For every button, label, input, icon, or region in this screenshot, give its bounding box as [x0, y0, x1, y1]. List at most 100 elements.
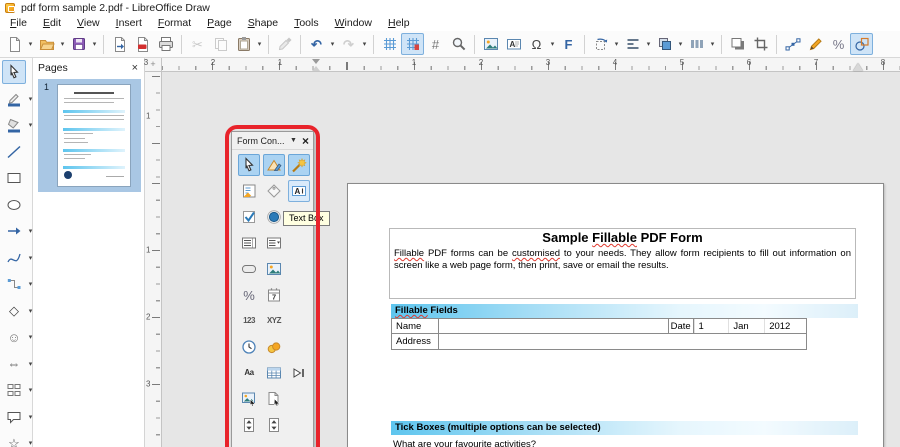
navigation-bar-button[interactable]	[288, 362, 310, 384]
option-button-button[interactable]	[263, 206, 285, 228]
save-button[interactable]	[67, 33, 90, 55]
line-color-button[interactable]	[2, 87, 26, 111]
fill-color-button[interactable]	[2, 113, 26, 137]
check-box-button[interactable]	[238, 206, 260, 228]
numerical-field-button[interactable]: 123	[238, 310, 260, 332]
design-mode-button[interactable]	[263, 154, 285, 176]
currency-field-button[interactable]	[263, 336, 285, 358]
distribute-selection-dropdown-arrow[interactable]: ▾	[708, 40, 717, 48]
control-properties-button[interactable]	[238, 180, 260, 202]
ruler-margin-marker[interactable]	[853, 63, 863, 71]
toggle-form-control-wizards-button[interactable]	[288, 154, 310, 176]
pages-panel-close-icon[interactable]: ×	[132, 63, 138, 73]
rectangle-button[interactable]	[2, 166, 26, 190]
insert-line-button[interactable]	[2, 140, 26, 164]
block-arrows-button[interactable]: ⇔	[2, 352, 26, 376]
select-button[interactable]	[2, 60, 26, 84]
ellipse-button[interactable]	[2, 193, 26, 217]
undo-dropdown-arrow[interactable]: ▾	[328, 40, 337, 48]
show-gluepoint-functions-button[interactable]	[804, 33, 827, 55]
new-document-button[interactable]	[3, 33, 26, 55]
align-objects-button[interactable]	[621, 33, 644, 55]
undo-button[interactable]: ↶	[305, 33, 328, 55]
insert-image-button[interactable]	[479, 33, 502, 55]
distribute-selection-button[interactable]	[685, 33, 708, 55]
curves-and-polygons-button[interactable]	[2, 246, 26, 270]
lines-and-arrows-button[interactable]	[2, 219, 26, 243]
redo-dropdown-arrow[interactable]: ▾	[360, 40, 369, 48]
arrange-dropdown-arrow[interactable]: ▾	[676, 40, 685, 48]
horizontal-ruler[interactable]: 32112345678	[162, 58, 900, 72]
menu-view[interactable]: View	[69, 16, 108, 31]
callouts-button[interactable]	[2, 405, 26, 429]
table-control-button[interactable]	[263, 362, 285, 384]
menu-help[interactable]: Help	[380, 16, 418, 31]
spin-button-button[interactable]	[238, 414, 260, 436]
formatted-field-button[interactable]: %	[238, 284, 260, 306]
connectors-button[interactable]	[2, 272, 26, 296]
form-controls-titlebar[interactable]: Form Con... ▼ ×	[232, 132, 313, 150]
pattern-field-button[interactable]: XYZ	[263, 310, 285, 332]
image-control-button[interactable]	[238, 388, 260, 410]
page-thumbnail[interactable]: 1	[38, 79, 141, 192]
form-controls-close-icon[interactable]: ×	[302, 136, 309, 146]
stars-and-banners-button[interactable]: ☆	[2, 431, 26, 447]
date-year-field[interactable]: 2012	[764, 319, 806, 333]
insert-fontwork-button[interactable]: F	[557, 33, 580, 55]
select-button[interactable]	[238, 154, 260, 176]
print-button[interactable]	[154, 33, 177, 55]
align-objects-dropdown-arrow[interactable]: ▾	[644, 40, 653, 48]
zoom-button[interactable]	[447, 33, 470, 55]
scrollbar-button[interactable]	[263, 414, 285, 436]
menu-insert[interactable]: Insert	[108, 16, 150, 31]
combo-box-button[interactable]	[263, 232, 285, 254]
save-dropdown-arrow[interactable]: ▾	[90, 40, 99, 48]
insert-text-box-button[interactable]	[502, 33, 525, 55]
toggle-extrusion-button[interactable]: %	[827, 33, 850, 55]
menu-page[interactable]: Page	[199, 16, 240, 31]
open-dropdown-arrow[interactable]: ▾	[58, 40, 67, 48]
list-box-button[interactable]	[238, 232, 260, 254]
display-grid-button[interactable]	[378, 33, 401, 55]
shadow-button[interactable]	[726, 33, 749, 55]
menu-format[interactable]: Format	[150, 16, 199, 31]
edit-points-button[interactable]	[781, 33, 804, 55]
menu-file[interactable]: File	[2, 16, 35, 31]
menu-window[interactable]: Window	[327, 16, 380, 31]
new-document-dropdown-arrow[interactable]: ▾	[26, 40, 35, 48]
transformations-dropdown-arrow[interactable]: ▾	[612, 40, 621, 48]
snap-to-grid-button[interactable]	[401, 33, 424, 55]
cut-button[interactable]: ✂	[186, 33, 209, 55]
time-field-button[interactable]	[238, 336, 260, 358]
menu-tools[interactable]: Tools	[286, 16, 327, 31]
text-box-button[interactable]	[288, 180, 310, 202]
basic-shapes-button[interactable]: ◇	[2, 299, 26, 323]
date-day-field[interactable]: 1	[694, 319, 729, 333]
export-as-pdf-button[interactable]	[131, 33, 154, 55]
address-input[interactable]	[439, 334, 806, 349]
push-button-button[interactable]	[238, 258, 260, 280]
insert-special-character-button[interactable]: Ω	[525, 33, 548, 55]
export-button[interactable]	[108, 33, 131, 55]
ruler-indent-marker[interactable]	[312, 59, 321, 71]
insert-special-character-dropdown-arrow[interactable]: ▾	[548, 40, 557, 48]
label-field-button[interactable]	[263, 180, 285, 202]
date-month-field[interactable]: Jan	[728, 319, 764, 333]
crop-image-button[interactable]	[749, 33, 772, 55]
image-button-button[interactable]	[263, 258, 285, 280]
group-box-button[interactable]: Aa	[238, 362, 260, 384]
form-controls-menu-icon[interactable]: ▼	[290, 137, 297, 144]
vertical-ruler[interactable]: 11234	[145, 72, 162, 447]
redo-button[interactable]: ↷	[337, 33, 360, 55]
file-selection-button[interactable]	[263, 388, 285, 410]
open-button[interactable]	[35, 33, 58, 55]
menu-edit[interactable]: Edit	[35, 16, 69, 31]
show-draw-functions-button[interactable]	[850, 33, 873, 55]
date-field-button[interactable]	[263, 284, 285, 306]
paste-button[interactable]	[232, 33, 255, 55]
symbol-shapes-button[interactable]: ☺	[2, 325, 26, 349]
helplines-while-moving-button[interactable]: #	[424, 33, 447, 55]
transformations-button[interactable]	[589, 33, 612, 55]
clone-formatting-button[interactable]	[273, 33, 296, 55]
paste-dropdown-arrow[interactable]: ▾	[255, 40, 264, 48]
